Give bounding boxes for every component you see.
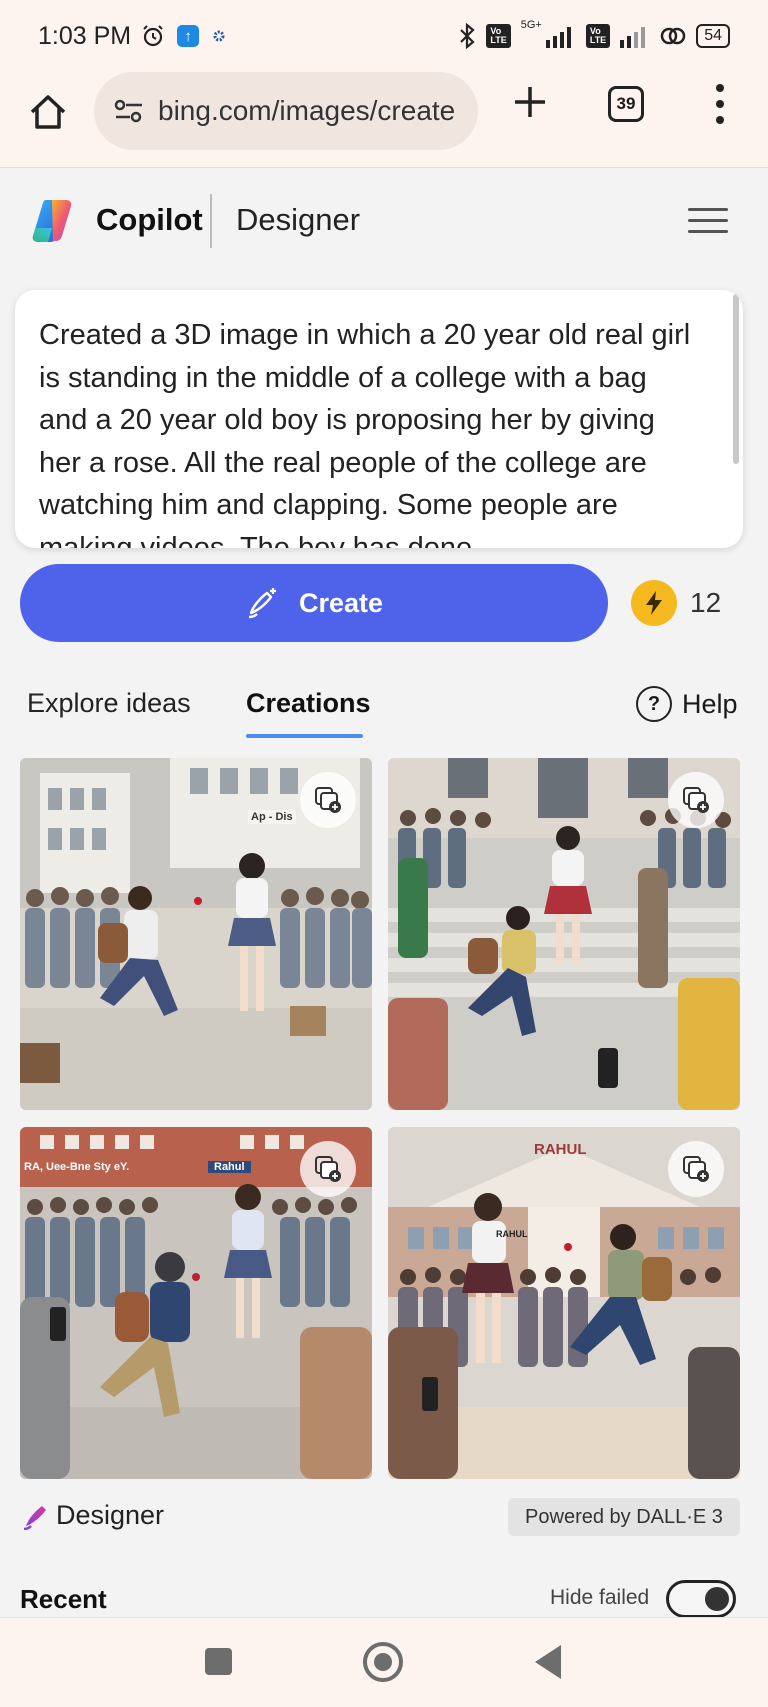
home-icon[interactable] (28, 92, 68, 132)
generated-image-3[interactable]: RA, Uee-Bne Sty eY. Rahul (20, 1127, 372, 1479)
help-label: Help (682, 688, 738, 719)
prompt-text[interactable]: Created a 3D image in which a 20 year ol… (39, 314, 703, 548)
create-button[interactable]: Create (20, 564, 608, 642)
product-label[interactable]: Designer (236, 202, 360, 238)
app-header: Copilot Designer (0, 168, 768, 268)
status-bar: 1:03 PM ↑ Vo LTE 5G+ Vo LTE 54 (0, 0, 768, 72)
prompt-input[interactable]: Created a 3D image in which a 20 year ol… (15, 290, 743, 548)
tab-explore-ideas[interactable]: Explore ideas (27, 688, 191, 719)
volte-icon: Vo LTE (486, 24, 511, 48)
active-tab-indicator (246, 734, 363, 738)
copy-image-button[interactable] (668, 1141, 724, 1197)
create-button-label: Create (298, 587, 384, 618)
powered-by-badge: Powered by DALL·E 3 (508, 1498, 740, 1536)
brand-label[interactable]: Copilot (96, 202, 203, 238)
help-button[interactable]: ? Help (636, 686, 738, 722)
new-tab-button[interactable] (508, 84, 552, 128)
copy-add-icon (683, 1156, 709, 1182)
copy-image-button[interactable] (300, 1141, 356, 1197)
hide-failed-label: Hide failed (550, 1586, 650, 1609)
signal-icon-2 (620, 27, 646, 48)
generated-image-1[interactable]: Ap - Dis (20, 758, 372, 1110)
prompt-scrollbar[interactable] (733, 294, 739, 464)
settings-gear-icon (213, 30, 225, 42)
bluetooth-icon (460, 23, 476, 49)
home-circle-icon[interactable] (363, 1642, 403, 1682)
hamburger-menu-icon[interactable] (688, 208, 728, 238)
image-sign-text-3: RA, Uee-Bne Sty eY. (24, 1161, 130, 1173)
copy-image-button[interactable] (300, 772, 356, 828)
more-options-icon[interactable] (710, 80, 730, 128)
header-divider (210, 194, 212, 248)
copy-add-icon (683, 787, 709, 813)
image-sign-text-1: Ap - Dis (248, 810, 296, 824)
copy-add-icon (315, 1156, 341, 1182)
boost-count: 12 (690, 587, 722, 618)
generated-image-2[interactable] (388, 758, 740, 1110)
upload-icon: ↑ (177, 25, 200, 47)
create-wand-icon (248, 588, 276, 619)
help-icon: ? (636, 686, 672, 722)
designer-brush-icon (23, 1505, 46, 1530)
recent-heading: Recent (20, 1584, 107, 1614)
designer-footer-label: Designer (56, 1500, 165, 1530)
tab-switcher-button[interactable]: 39 (608, 86, 644, 122)
image-note-text-3: Rahul (208, 1161, 251, 1173)
image-note-text-4: RAHUL (496, 1229, 528, 1239)
image-sign-text-4: RAHUL (534, 1141, 587, 1158)
status-time: 1:03 PM (38, 21, 132, 50)
hotspot-icon (660, 27, 686, 45)
copilot-logo-icon[interactable] (32, 198, 80, 244)
generated-image-4[interactable]: RAHUL RAHUL (388, 1127, 740, 1479)
browser-toolbar: bing.com/images/create 39 (0, 72, 768, 168)
address-bar[interactable]: bing.com/images/create (94, 72, 478, 150)
recents-square-icon[interactable] (205, 1648, 232, 1675)
volte-icon-2: Vo LTE (585, 24, 611, 48)
tab-creations[interactable]: Creations (246, 688, 371, 719)
battery-indicator: 54 (696, 24, 730, 48)
site-settings-icon[interactable] (114, 98, 144, 124)
alarm-icon (143, 25, 163, 47)
system-nav-bar (0, 1617, 768, 1707)
back-triangle-icon[interactable] (535, 1645, 561, 1679)
copy-image-button[interactable] (668, 772, 724, 828)
hide-failed-toggle[interactable] (666, 1580, 736, 1618)
designer-footer-link[interactable]: Designer (22, 1500, 164, 1531)
copy-add-icon (315, 787, 341, 813)
url-text: bing.com/images/create (158, 95, 456, 126)
plus-icon (515, 87, 545, 117)
boost-lightning-icon[interactable] (631, 580, 677, 626)
signal-icon (545, 27, 571, 48)
network-type: 5G+ (520, 19, 542, 31)
